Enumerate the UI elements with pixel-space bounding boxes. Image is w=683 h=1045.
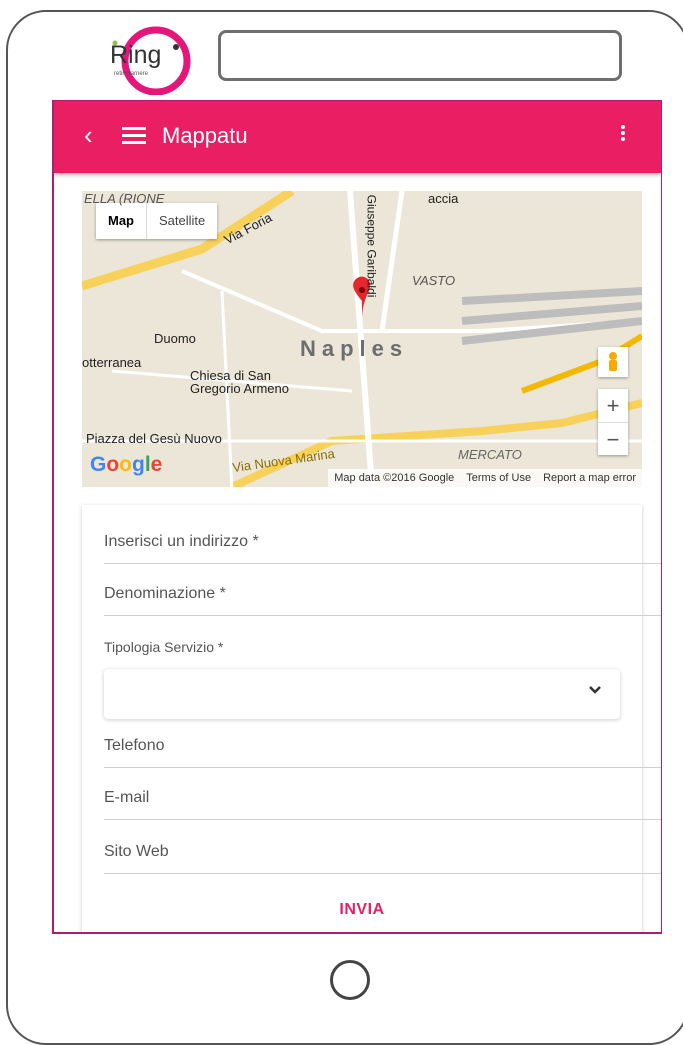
map-attribution: Map data ©2016 Google Terms of Use Repor… xyxy=(328,469,642,487)
name-field[interactable]: Denominazione * xyxy=(104,575,661,616)
address-bar[interactable] xyxy=(218,30,622,81)
address-field[interactable]: Inserisci un indirizzo * xyxy=(104,523,661,564)
chevron-down-icon xyxy=(589,686,601,694)
google-logo: Google xyxy=(90,453,163,476)
map-type-map[interactable]: Map xyxy=(96,203,147,239)
page-title: Mappatu xyxy=(162,123,248,148)
map-view[interactable]: Map Satellite ELLA (RIONE Via Foria so G… xyxy=(82,191,642,487)
phone-placeholder: Telefono xyxy=(104,737,165,754)
form-card: Inserisci un indirizzo * Denominazione *… xyxy=(82,505,661,932)
map-label: Naples xyxy=(300,336,409,361)
map-data-text: Map data ©2016 Google xyxy=(334,472,455,484)
report-error-link[interactable]: Report a map error xyxy=(537,469,642,487)
kebab-icon[interactable] xyxy=(621,125,627,143)
name-placeholder: Denominazione * xyxy=(104,585,226,602)
app-bar: ‹ Mappatu xyxy=(54,101,661,173)
email-field[interactable]: E-mail xyxy=(104,779,661,820)
hamburger-icon[interactable] xyxy=(122,127,146,148)
service-type-label: Tipologia Servizio * xyxy=(104,639,224,655)
map-label: otterranea xyxy=(82,355,142,370)
email-placeholder: E-mail xyxy=(104,789,150,806)
website-placeholder: Sito Web xyxy=(104,843,169,860)
map-label: ELLA (RIONE xyxy=(84,191,165,206)
map-label: Piazza del Gesù Nuovo xyxy=(86,431,222,446)
home-button[interactable] xyxy=(330,960,370,1000)
submit-button[interactable]: INVIA xyxy=(82,901,642,919)
zoom-out-button[interactable]: − xyxy=(598,423,628,456)
app-screen: ‹ Mappatu Map Satellite ELLA (RIONE Via … xyxy=(52,100,662,934)
map-type-satellite[interactable]: Satellite xyxy=(147,203,217,239)
zoom-in-button[interactable]: + xyxy=(598,389,628,423)
service-type-select[interactable] xyxy=(104,669,620,719)
map-label: Chiesa di San Gregorio Armeno xyxy=(190,368,289,396)
ring-logo: Ring retinmarnere xyxy=(104,25,200,96)
map-label: MERCATO xyxy=(458,447,522,462)
logo-text: Ring xyxy=(110,41,161,69)
website-field[interactable]: Sito Web xyxy=(104,833,661,874)
phone-field[interactable]: Telefono xyxy=(104,727,661,768)
map-label: so Giuseppe Garibaldi xyxy=(364,191,379,298)
logo-tagline: retinmarnere xyxy=(114,71,149,77)
address-placeholder: Inserisci un indirizzo * xyxy=(104,533,259,550)
zoom-control[interactable]: + − xyxy=(598,389,628,455)
map-label: accia xyxy=(428,191,459,206)
map-type-control[interactable]: Map Satellite xyxy=(96,203,218,239)
map-label: Duomo xyxy=(154,331,196,346)
pegman-icon[interactable] xyxy=(598,347,628,377)
map-label: VASTO xyxy=(412,273,456,288)
back-chevron-icon[interactable]: ‹ xyxy=(84,119,93,151)
terms-link[interactable]: Terms of Use xyxy=(460,469,537,487)
